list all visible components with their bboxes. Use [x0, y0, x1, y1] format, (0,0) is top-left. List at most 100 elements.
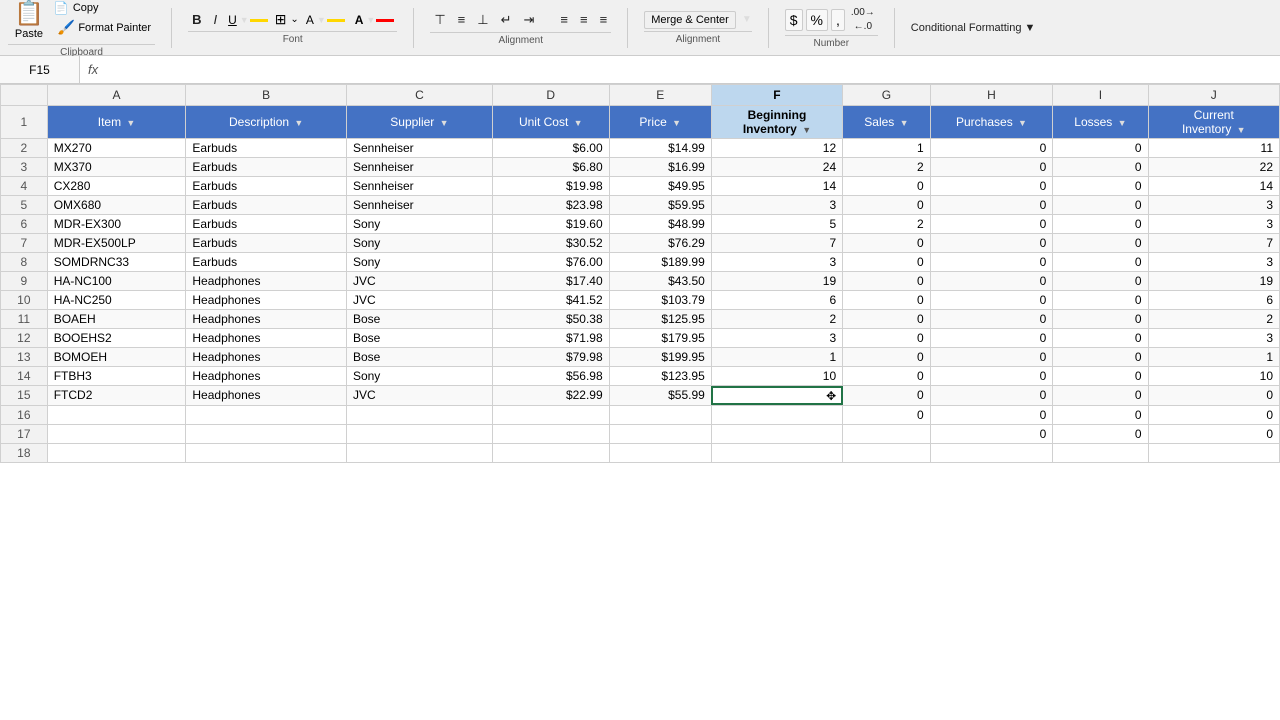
sales-cell-4[interactable]: 0: [843, 177, 931, 196]
beg-inv-cell-11[interactable]: 2: [711, 310, 842, 329]
purchases-cell-8[interactable]: 0: [930, 253, 1053, 272]
unit-cost-filter[interactable]: ▼: [574, 118, 583, 128]
cell-reference-input[interactable]: F15: [0, 56, 80, 83]
losses-cell-7[interactable]: 0: [1053, 234, 1148, 253]
beg-inv-filter[interactable]: ▼: [802, 125, 811, 135]
merge-arrow[interactable]: ▼: [742, 14, 752, 25]
item-cell-10[interactable]: HA-NC250: [47, 291, 186, 310]
item-cell-9[interactable]: HA-NC100: [47, 272, 186, 291]
supplier-cell-14[interactable]: Sony: [346, 367, 492, 386]
beg-inv-cell-12[interactable]: 3: [711, 329, 842, 348]
description-filter[interactable]: ▼: [294, 118, 303, 128]
supplier-cell-3[interactable]: Sennheiser: [346, 158, 492, 177]
price-cell-10[interactable]: $103.79: [609, 291, 711, 310]
price-cell-7[interactable]: $76.29: [609, 234, 711, 253]
beg-inv-cell-13[interactable]: 1: [711, 348, 842, 367]
price-cell-17[interactable]: [609, 424, 711, 443]
description-cell-14[interactable]: Headphones: [186, 367, 347, 386]
dollar-button[interactable]: $: [785, 9, 803, 31]
sales-filter[interactable]: ▼: [900, 118, 909, 128]
unit-cost-cell-9[interactable]: $17.40: [492, 272, 609, 291]
unit-cost-cell-10[interactable]: $41.52: [492, 291, 609, 310]
losses-cell-18[interactable]: [1053, 443, 1148, 462]
losses-cell-3[interactable]: 0: [1053, 158, 1148, 177]
purchases-cell-6[interactable]: 0: [930, 215, 1053, 234]
losses-cell-8[interactable]: 0: [1053, 253, 1148, 272]
description-cell-16[interactable]: [186, 405, 347, 424]
unit-cost-cell-3[interactable]: $6.80: [492, 158, 609, 177]
losses-cell-5[interactable]: 0: [1053, 196, 1148, 215]
description-cell-8[interactable]: Earbuds: [186, 253, 347, 272]
sales-cell-3[interactable]: 2: [843, 158, 931, 177]
purchases-cell-10[interactable]: 0: [930, 291, 1053, 310]
sales-cell-12[interactable]: 0: [843, 329, 931, 348]
sales-cell-17[interactable]: [843, 424, 931, 443]
description-cell-15[interactable]: Headphones: [186, 386, 347, 406]
supplier-cell-10[interactable]: JVC: [346, 291, 492, 310]
underline-button[interactable]: U ▼: [225, 11, 271, 29]
beg-inv-cell-4[interactable]: 14: [711, 177, 842, 196]
curr-inv-cell-11[interactable]: 2: [1148, 310, 1279, 329]
losses-cell-14[interactable]: 0: [1053, 367, 1148, 386]
beg-inv-cell-9[interactable]: 19: [711, 272, 842, 291]
unit-cost-cell-4[interactable]: $19.98: [492, 177, 609, 196]
curr-inv-cell-13[interactable]: 1: [1148, 348, 1279, 367]
sales-cell-13[interactable]: 0: [843, 348, 931, 367]
description-cell-13[interactable]: Headphones: [186, 348, 347, 367]
beg-inv-cell-15[interactable]: ✥: [711, 386, 842, 406]
price-cell-3[interactable]: $16.99: [609, 158, 711, 177]
supplier-cell-17[interactable]: [346, 424, 492, 443]
losses-cell-10[interactable]: 0: [1053, 291, 1148, 310]
description-cell-3[interactable]: Earbuds: [186, 158, 347, 177]
unit-cost-cell-12[interactable]: $71.98: [492, 329, 609, 348]
sales-cell-11[interactable]: 0: [843, 310, 931, 329]
price-cell-13[interactable]: $199.95: [609, 348, 711, 367]
curr-inv-cell-9[interactable]: 19: [1148, 272, 1279, 291]
purchases-cell-11[interactable]: 0: [930, 310, 1053, 329]
paste-button[interactable]: 📋 Paste: [8, 0, 50, 42]
losses-cell-12[interactable]: 0: [1053, 329, 1148, 348]
losses-cell-16[interactable]: 0: [1053, 405, 1148, 424]
comma-button[interactable]: ,: [831, 9, 845, 31]
col-H-header[interactable]: H: [930, 85, 1053, 106]
curr-inv-cell-7[interactable]: 7: [1148, 234, 1279, 253]
losses-cell-11[interactable]: 0: [1053, 310, 1148, 329]
beg-inv-cell-2[interactable]: 12: [711, 139, 842, 158]
description-cell-10[interactable]: Headphones: [186, 291, 347, 310]
sales-cell-15[interactable]: 0: [843, 386, 931, 406]
align-top-button[interactable]: ⊤: [430, 10, 449, 30]
supplier-cell-4[interactable]: Sennheiser: [346, 177, 492, 196]
align-middle-button[interactable]: ≡: [454, 10, 470, 29]
price-cell-14[interactable]: $123.95: [609, 367, 711, 386]
losses-cell-4[interactable]: 0: [1053, 177, 1148, 196]
supplier-cell-6[interactable]: Sony: [346, 215, 492, 234]
purchases-cell-14[interactable]: 0: [930, 367, 1053, 386]
item-cell-6[interactable]: MDR-EX300: [47, 215, 186, 234]
losses-cell-15[interactable]: 0: [1053, 386, 1148, 406]
item-cell-14[interactable]: FTBH3: [47, 367, 186, 386]
price-cell-12[interactable]: $179.95: [609, 329, 711, 348]
curr-inv-cell-18[interactable]: [1148, 443, 1279, 462]
curr-inv-cell-6[interactable]: 3: [1148, 215, 1279, 234]
col-A-header[interactable]: A: [47, 85, 186, 106]
percent-button[interactable]: %: [806, 9, 828, 31]
font-color-arrow[interactable]: ▼: [366, 15, 375, 25]
price-cell-8[interactable]: $189.99: [609, 253, 711, 272]
unit-cost-cell-7[interactable]: $30.52: [492, 234, 609, 253]
price-cell-9[interactable]: $43.50: [609, 272, 711, 291]
col-G-header[interactable]: G: [843, 85, 931, 106]
unit-cost-cell-14[interactable]: $56.98: [492, 367, 609, 386]
conditional-button[interactable]: Conditional Formatting ▼: [911, 22, 1036, 34]
purchases-cell-5[interactable]: 0: [930, 196, 1053, 215]
curr-inv-cell-8[interactable]: 3: [1148, 253, 1279, 272]
supplier-cell-5[interactable]: Sennheiser: [346, 196, 492, 215]
price-cell-6[interactable]: $48.99: [609, 215, 711, 234]
description-cell-18[interactable]: [186, 443, 347, 462]
sales-cell-2[interactable]: 1: [843, 139, 931, 158]
merge-center-button[interactable]: Merge & Center: [644, 11, 736, 29]
item-cell-8[interactable]: SOMDRNC33: [47, 253, 186, 272]
losses-cell-9[interactable]: 0: [1053, 272, 1148, 291]
bold-button[interactable]: B: [188, 10, 205, 29]
sales-cell-5[interactable]: 0: [843, 196, 931, 215]
description-cell-2[interactable]: Earbuds: [186, 139, 347, 158]
